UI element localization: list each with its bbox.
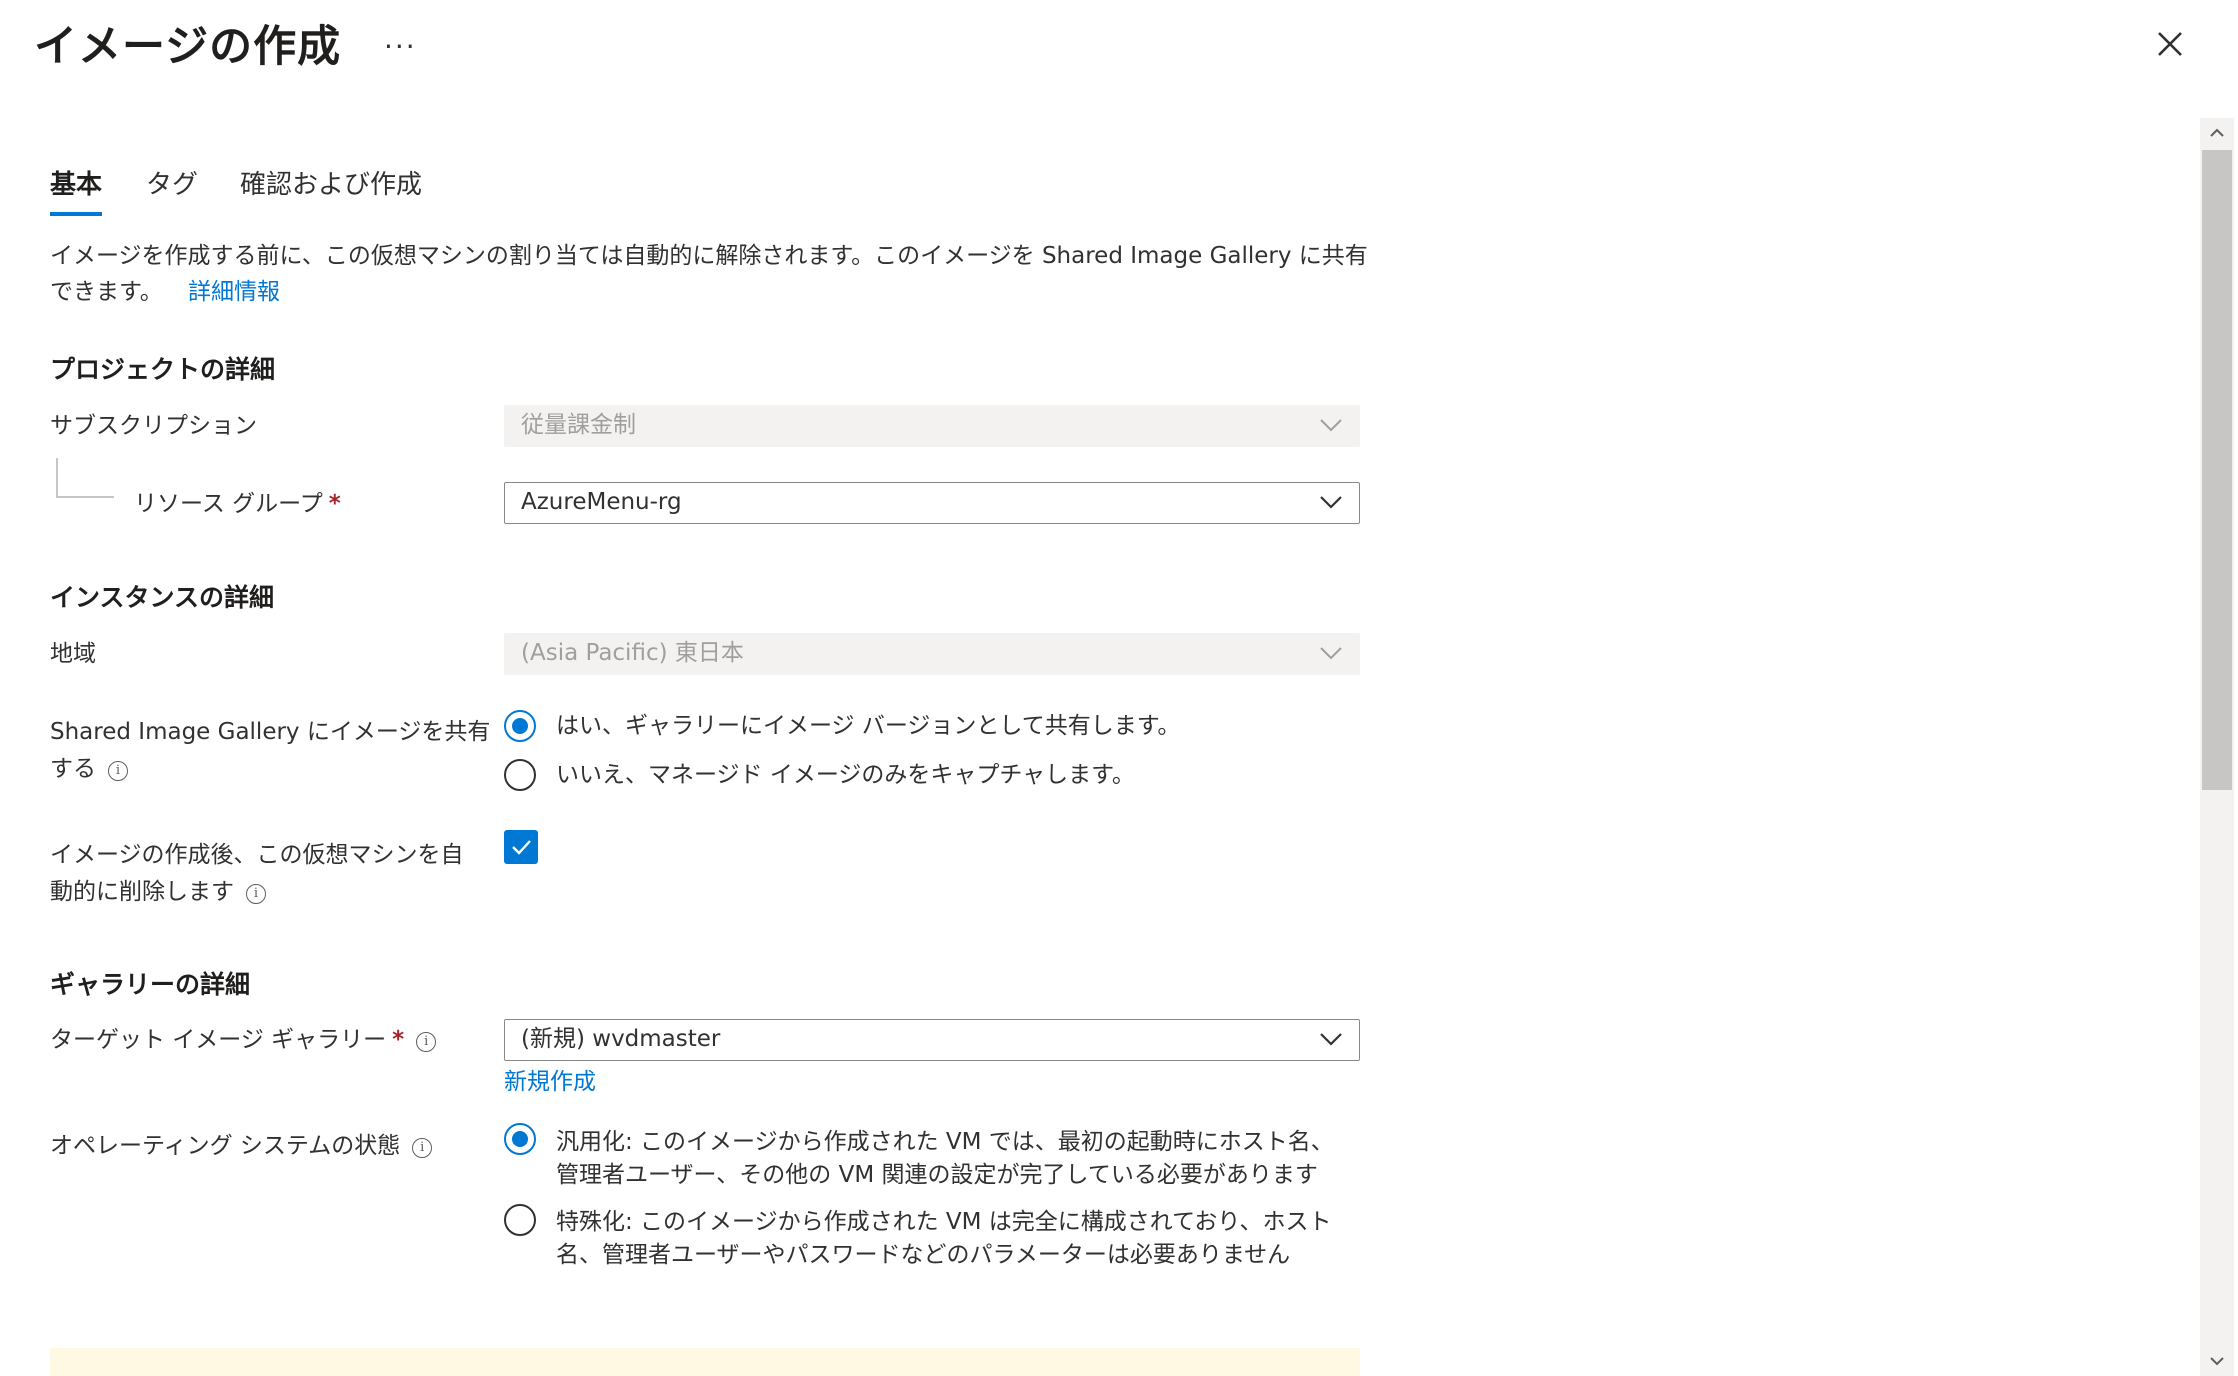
subscription-label: サブスクリプション	[50, 413, 257, 439]
info-icon[interactable]: i	[108, 761, 128, 781]
specialized-radio[interactable]	[504, 1204, 536, 1236]
resource-group-label-text: リソース グループ	[134, 491, 323, 517]
specialized-label-line: 特殊化: このイメージから作成された VM は完全に構成されており、ホスト	[556, 1209, 1332, 1235]
resource-group-label: リソース グループ *	[134, 486, 341, 523]
share-yes-label[interactable]: はい、ギャラリーにイメージ バージョンとして共有します。	[556, 710, 1356, 743]
more-options-button[interactable]: ...	[384, 22, 417, 55]
close-icon[interactable]	[2154, 28, 2186, 60]
notice-box	[50, 1348, 1360, 1376]
share-yes-radio[interactable]	[504, 710, 536, 742]
os-state-label: オペレーティング システムの状態 i	[50, 1128, 433, 1165]
tab-tags[interactable]: タグ	[146, 164, 198, 201]
page-title: イメージの作成	[34, 22, 342, 72]
subscription-value: 従量課金制	[521, 412, 636, 438]
region-label: 地域	[50, 641, 96, 667]
active-tab-indicator	[50, 212, 102, 216]
auto-delete-label-line: イメージの作成後、この仮想マシンを自	[50, 842, 464, 868]
share-no-label[interactable]: いいえ、マネージド イメージのみをキャプチャします。	[556, 759, 1356, 792]
resource-group-select[interactable]: AzureMenu-rg	[504, 482, 1360, 524]
checkmark-icon	[512, 840, 531, 855]
generalized-label-line: 管理者ユーザー、その他の VM 関連の設定が完了している必要があります	[556, 1162, 1318, 1188]
resource-group-value: AzureMenu-rg	[521, 489, 682, 515]
info-icon[interactable]: i	[412, 1138, 433, 1158]
specialized-label[interactable]: 特殊化: このイメージから作成された VM は完全に構成されており、ホスト 名、…	[556, 1206, 1356, 1272]
target-gallery-value: (新規) wvdmaster	[521, 1026, 721, 1052]
tree-connector	[56, 496, 114, 498]
project-details-heading: プロジェクトの詳細	[50, 355, 276, 384]
scrollbar-thumb[interactable]	[2202, 150, 2232, 790]
target-gallery-label: ターゲット イメージ ギャラリー * i	[50, 1022, 437, 1059]
generalized-radio[interactable]	[504, 1123, 536, 1155]
tree-connector	[56, 458, 58, 496]
scroll-up-icon[interactable]	[2206, 122, 2228, 144]
subscription-select: 従量課金制	[504, 405, 1360, 447]
scroll-down-icon[interactable]	[2206, 1350, 2228, 1372]
info-icon[interactable]: i	[416, 1032, 437, 1052]
info-icon[interactable]: i	[246, 884, 266, 904]
share-gallery-label: Shared Image Gallery にイメージを共有 する i	[50, 714, 490, 788]
specialized-label-line: 名、管理者ユーザーやパスワードなどのパラメーターは必要ありません	[556, 1242, 1291, 1268]
generalized-label[interactable]: 汎用化: このイメージから作成された VM では、最初の起動時にホスト名、 管理…	[556, 1126, 1356, 1192]
instance-details-heading: インスタンスの詳細	[50, 583, 275, 612]
share-gallery-label-line: する	[50, 756, 96, 782]
tab-review-create[interactable]: 確認および作成	[240, 164, 422, 201]
target-gallery-label-text: ターゲット イメージ ギャラリー	[50, 1027, 387, 1053]
target-gallery-select[interactable]: (新規) wvdmaster	[504, 1019, 1360, 1061]
required-mark: *	[328, 491, 341, 517]
os-state-label-text: オペレーティング システムの状態	[50, 1133, 401, 1159]
auto-delete-label: イメージの作成後、この仮想マシンを自 動的に削除します i	[50, 837, 464, 911]
auto-delete-checkbox[interactable]	[504, 830, 538, 864]
tab-basics[interactable]: 基本	[50, 164, 102, 201]
required-mark: *	[392, 1027, 405, 1053]
region-value: (Asia Pacific) 東日本	[521, 640, 744, 666]
learn-more-link[interactable]: 詳細情報	[188, 279, 280, 305]
chevron-down-icon	[1320, 419, 1342, 432]
share-gallery-label-line: Shared Image Gallery にイメージを共有	[50, 719, 491, 745]
generalized-label-line: 汎用化: このイメージから作成された VM では、最初の起動時にホスト名、	[556, 1129, 1334, 1155]
auto-delete-label-line: 動的に削除します	[50, 879, 234, 905]
chevron-down-icon	[1320, 496, 1342, 509]
region-select: (Asia Pacific) 東日本	[504, 633, 1360, 675]
gallery-details-heading: ギャラリーの詳細	[50, 970, 251, 999]
share-no-radio[interactable]	[504, 759, 536, 791]
chevron-down-icon	[1320, 647, 1342, 660]
create-new-link[interactable]: 新規作成	[504, 1062, 596, 1096]
chevron-down-icon	[1320, 1033, 1342, 1046]
description: イメージを作成する前に、この仮想マシンの割り当ては自動的に解除されます。このイメ…	[50, 238, 1370, 310]
